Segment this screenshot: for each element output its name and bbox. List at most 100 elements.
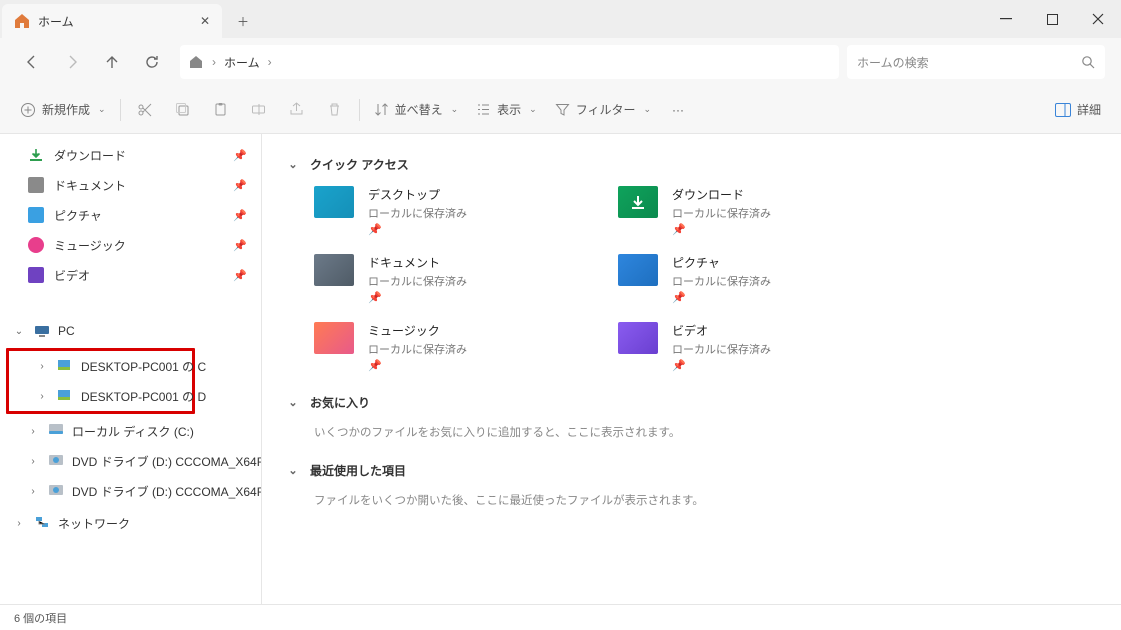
item-title: デスクトップ: [368, 186, 467, 203]
sidebar-item-pictures[interactable]: ピクチャ 📌: [0, 200, 261, 230]
section-quick-access[interactable]: ⌄ クイック アクセス: [286, 152, 1097, 176]
cut-button[interactable]: [127, 93, 163, 127]
item-subtitle: ローカルに保存済み: [368, 341, 467, 357]
highlight-annotation: › DESKTOP-PC001 の C › DESKTOP-PC001 の D: [6, 348, 195, 414]
sidebar-item-pc[interactable]: ⌄ PC: [0, 316, 261, 346]
search-placeholder: ホームの検索: [857, 54, 1081, 71]
sort-button[interactable]: 並べ替え ⌄: [366, 93, 467, 127]
sidebar-item-label: ローカル ディスク (C:): [72, 423, 194, 440]
home-icon: [14, 13, 30, 29]
maximize-button[interactable]: [1029, 0, 1075, 38]
sidebar-item-network[interactable]: › ネットワーク: [0, 508, 261, 538]
back-button[interactable]: [16, 46, 48, 78]
pin-icon: 📌: [233, 269, 247, 282]
up-button[interactable]: [96, 46, 128, 78]
chevron-down-icon: ⌄: [643, 104, 651, 115]
document-icon: [28, 177, 44, 193]
rename-button[interactable]: [241, 93, 277, 127]
refresh-button[interactable]: [136, 46, 168, 78]
item-title: ドキュメント: [368, 254, 467, 271]
sidebar-item-dvd-drive-1[interactable]: › DVD ドライブ (D:) CCCOMA_X64FRE_JA: [0, 446, 261, 476]
sidebar-item-documents[interactable]: ドキュメント 📌: [0, 170, 261, 200]
tab-close-button[interactable]: ✕: [200, 14, 210, 28]
delete-button[interactable]: [317, 93, 353, 127]
forward-button[interactable]: [56, 46, 88, 78]
pin-icon: 📌: [233, 239, 247, 252]
collapse-icon[interactable]: ⌄: [286, 464, 300, 477]
filter-button[interactable]: フィルター ⌄: [547, 93, 659, 127]
expand-icon[interactable]: ›: [26, 456, 40, 467]
details-pane-button[interactable]: 詳細: [1047, 93, 1109, 127]
copy-button[interactable]: [165, 93, 201, 127]
sidebar-item-local-disk-c[interactable]: › ローカル ディスク (C:): [0, 416, 261, 446]
new-button[interactable]: 新規作成 ⌄: [12, 93, 114, 127]
collapse-icon[interactable]: ⌄: [286, 396, 300, 409]
quick-access-downloads[interactable]: ダウンロード ローカルに保存済み 📌: [618, 186, 898, 236]
details-label: 詳細: [1077, 101, 1101, 118]
section-title: お気に入り: [310, 394, 370, 411]
sidebar-item-label: DESKTOP-PC001 の D: [81, 388, 206, 405]
navigation-pane[interactable]: ダウンロード 📌 ドキュメント 📌 ピクチャ 📌 ミュージック 📌 ビデオ 📌 …: [0, 134, 262, 604]
folder-icon: [314, 186, 354, 218]
expand-icon[interactable]: ›: [12, 518, 26, 529]
disk-icon: [48, 423, 64, 439]
sidebar-item-dvd-drive-2[interactable]: › DVD ドライブ (D:) CCCOMA_X64FRE_JA-: [0, 476, 261, 506]
folder-icon: [618, 322, 658, 354]
download-icon: [28, 147, 44, 163]
paste-button[interactable]: [203, 93, 239, 127]
new-label: 新規作成: [42, 101, 90, 118]
collapse-icon[interactable]: ⌄: [286, 158, 300, 171]
sidebar-item-label: ピクチャ: [54, 207, 102, 224]
new-tab-button[interactable]: ＋: [226, 4, 260, 38]
more-button[interactable]: ···: [661, 93, 695, 127]
sort-label: 並べ替え: [395, 101, 443, 118]
search-input[interactable]: ホームの検索: [847, 45, 1105, 79]
expand-icon[interactable]: ›: [26, 486, 40, 497]
sidebar-item-remote-drive-c[interactable]: › DESKTOP-PC001 の C: [9, 351, 192, 381]
separator: [120, 99, 121, 121]
sidebar-item-remote-drive-d[interactable]: › DESKTOP-PC001 の D: [9, 381, 192, 411]
chevron-down-icon: ⌄: [529, 104, 537, 115]
quick-access-desktop[interactable]: デスクトップ ローカルに保存済み 📌: [314, 186, 594, 236]
quick-access-videos[interactable]: ビデオ ローカルに保存済み 📌: [618, 322, 898, 372]
pin-icon: 📌: [233, 149, 247, 162]
pc-icon: [34, 323, 50, 339]
scissors-icon: [137, 102, 153, 118]
item-subtitle: ローカルに保存済み: [368, 205, 467, 221]
sidebar-item-downloads[interactable]: ダウンロード 📌: [0, 140, 261, 170]
pin-icon: 📌: [368, 359, 467, 372]
expand-icon[interactable]: ›: [35, 361, 49, 372]
search-icon: [1081, 55, 1095, 69]
expand-icon[interactable]: ›: [26, 426, 40, 437]
section-recent[interactable]: ⌄ 最近使用した項目: [286, 458, 1097, 482]
filter-icon: [555, 102, 570, 117]
breadcrumb-segment[interactable]: ホーム: [224, 54, 260, 71]
details-pane-icon: [1055, 103, 1071, 117]
tab-home[interactable]: ホーム ✕: [2, 4, 222, 38]
close-window-button[interactable]: [1075, 0, 1121, 38]
sidebar-item-videos[interactable]: ビデオ 📌: [0, 260, 261, 290]
share-button[interactable]: [279, 93, 315, 127]
rename-icon: [251, 102, 266, 117]
tab-title: ホーム: [38, 13, 74, 30]
network-drive-icon: [57, 388, 73, 404]
expand-icon[interactable]: ›: [35, 391, 49, 402]
section-favorites[interactable]: ⌄ お気に入り: [286, 390, 1097, 414]
content-area[interactable]: ⌄ クイック アクセス デスクトップ ローカルに保存済み 📌 ダウンロード ロー…: [262, 134, 1121, 604]
item-title: ダウンロード: [672, 186, 771, 203]
video-icon: [28, 267, 44, 283]
sort-icon: [374, 102, 389, 117]
folder-icon: [314, 254, 354, 286]
sidebar-item-music[interactable]: ミュージック 📌: [0, 230, 261, 260]
quick-access-pictures[interactable]: ピクチャ ローカルに保存済み 📌: [618, 254, 898, 304]
view-button[interactable]: 表示 ⌄: [468, 93, 545, 127]
minimize-button[interactable]: [983, 0, 1029, 38]
pin-icon: 📌: [672, 359, 771, 372]
folder-icon: [618, 186, 658, 218]
address-bar[interactable]: › ホーム ›: [180, 45, 839, 79]
share-icon: [289, 102, 304, 117]
quick-access-documents[interactable]: ドキュメント ローカルに保存済み 📌: [314, 254, 594, 304]
quick-access-music[interactable]: ミュージック ローカルに保存済み 📌: [314, 322, 594, 372]
collapse-icon[interactable]: ⌄: [12, 326, 26, 337]
favorites-empty-text: いくつかのファイルをお気に入りに追加すると、ここに表示されます。: [314, 424, 1097, 440]
